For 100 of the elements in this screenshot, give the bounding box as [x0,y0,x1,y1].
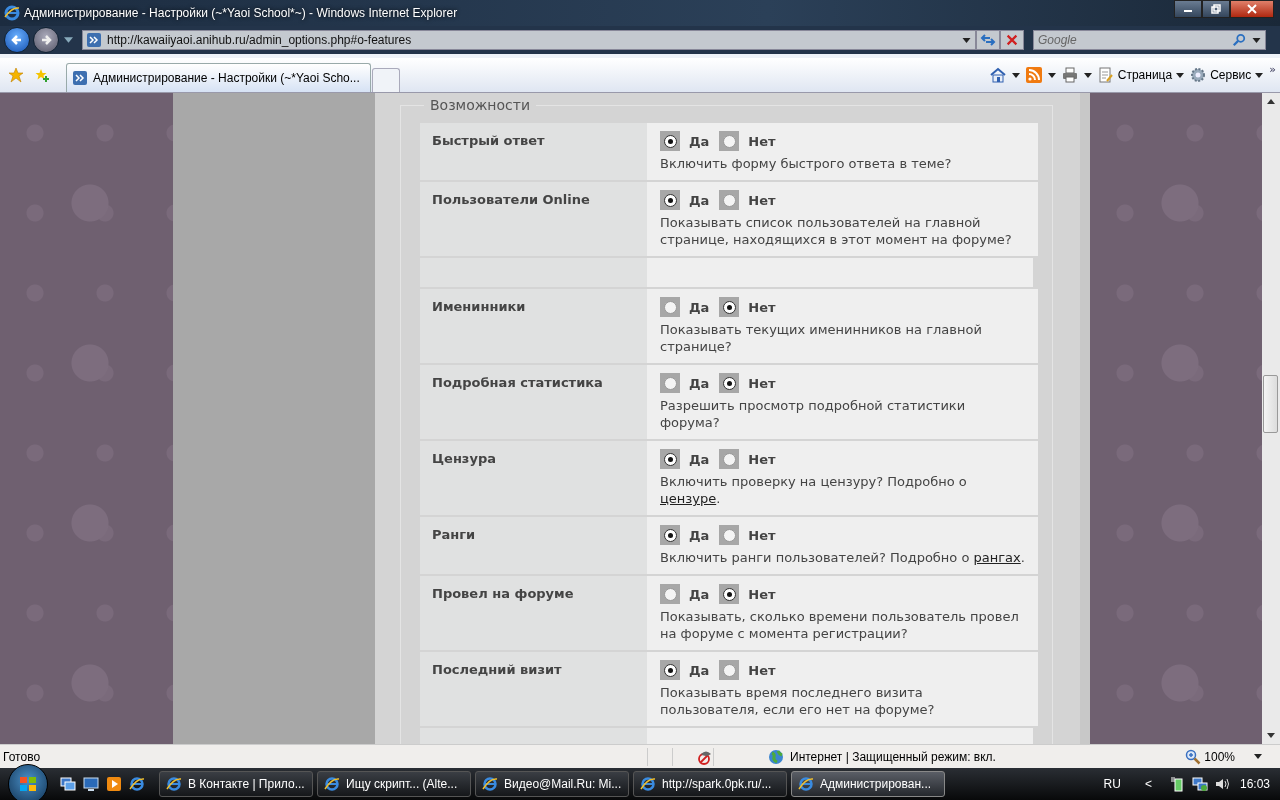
zoom-control[interactable]: 100% [1185,748,1262,765]
scroll-up-icon[interactable] [1267,99,1275,104]
add-favorite-icon[interactable] [34,67,50,83]
browser-logo-icon [166,776,182,792]
taskbar-button[interactable]: http://spark.0pk.ru/... [633,771,787,797]
radio-option[interactable]: Нет [719,525,776,545]
restore-button[interactable] [1202,0,1230,18]
help-link[interactable]: цензуре [660,491,717,506]
browser-logo-icon [482,776,498,792]
address-field[interactable]: http://kawaiiyaoi.anihub.ru/admin_options.php#o-features [82,30,976,50]
option-label: Последний визит [420,652,647,726]
radio-button[interactable] [722,300,736,314]
scrollbar[interactable] [1262,93,1280,744]
page-menu[interactable]: Страница [1097,67,1185,83]
radio-option[interactable]: Да [660,131,710,151]
radio-button[interactable] [722,528,736,542]
status-text: Готово [3,749,42,764]
stop-button[interactable] [1000,30,1024,50]
refresh-button[interactable] [976,30,1000,50]
browser-logo-icon[interactable] [129,776,145,792]
help-link[interactable]: рангах [973,550,1021,565]
taskbar-button[interactable]: В Контакте | Прило... [159,771,313,797]
radio-button[interactable] [663,452,677,466]
option-description: Показывать, сколько времени пользователь провел на форуме с момента регистрации? [660,608,1020,642]
minimize-button[interactable] [1174,0,1202,18]
radio-button[interactable] [722,134,736,148]
clock[interactable]: 16:03 [1239,777,1270,791]
close-button[interactable] [1230,0,1274,18]
radio-option[interactable]: Да [660,449,710,469]
volume-icon[interactable] [1213,776,1230,792]
option-description: Показывать список пользователей на главной странице, находящихся в этот момент на форуме? [660,214,1013,248]
more-commands-button[interactable]: » [1269,63,1276,76]
taskbar-button[interactable]: Видео@Mail.Ru: Mi... [475,771,629,797]
radio-option[interactable]: Нет [719,297,776,317]
option-label: Ранги [420,517,647,574]
option-description: Показывать время последнего визита пользователя, если его нет на форуме? [660,684,936,718]
tools-menu[interactable]: Сервис [1190,67,1264,83]
browser-logo-icon [4,5,20,21]
radio-option[interactable]: Да [660,190,710,210]
network-icon[interactable] [1191,776,1208,792]
radio-button[interactable] [722,587,736,601]
radio-option[interactable]: Нет [719,660,776,680]
desktop-icon[interactable] [83,776,99,792]
radio-button[interactable] [663,134,677,148]
home-icon[interactable] [989,67,1006,83]
caret-icon[interactable] [1047,72,1056,78]
browser-logo-icon [798,776,814,792]
radio-option[interactable]: Нет [719,131,776,151]
search-icon[interactable] [1232,33,1246,47]
radio-button[interactable] [663,587,677,601]
switch-windows-icon[interactable] [60,776,76,792]
radio-button[interactable] [663,528,677,542]
forward-button[interactable] [33,27,59,53]
security-zone[interactable]: Интернет | Защищенный режим: вкл. [768,748,1148,765]
radio-option[interactable]: Нет [719,584,776,604]
radio-option[interactable]: Нет [719,449,776,469]
search-input[interactable]: Google [1038,33,1208,47]
radio-option[interactable]: Нет [719,190,776,210]
radio-button[interactable] [722,663,736,677]
caret-icon[interactable] [1011,72,1020,78]
feed-icon[interactable] [1025,67,1042,83]
search-field[interactable]: Google [1033,30,1266,50]
radio-option[interactable]: Да [660,373,710,393]
page-edit-icon [1097,67,1114,83]
scroll-down-icon[interactable] [1267,733,1275,738]
language-indicator[interactable]: RU [1103,777,1121,791]
scrollbar-thumb[interactable] [1263,375,1278,433]
option-description: Показывать текущих именинников на главной странице? [660,321,983,355]
close-icon [1247,4,1257,14]
caret-icon[interactable] [1083,72,1092,78]
taskbar-button[interactable]: Администрирован... [791,771,945,797]
radio-button[interactable] [663,376,677,390]
radio-button[interactable] [722,193,736,207]
caret-icon[interactable] [962,37,971,43]
printer-icon[interactable] [1061,67,1078,83]
caret-icon[interactable] [1252,37,1261,43]
power-icon[interactable] [1169,776,1186,792]
stop-icon [1005,33,1019,47]
radio-option[interactable]: Да [660,660,710,680]
radio-button[interactable] [663,193,677,207]
option-label: Подробная статистика [420,365,647,439]
radio-button[interactable] [663,300,677,314]
gear-icon [1190,67,1207,83]
radio-option[interactable]: Да [660,584,710,604]
start-button[interactable] [8,764,48,800]
zoom-icon [1185,748,1202,765]
browser-tab[interactable]: Администрирование - Настройки (~*Yaoi Scho... [66,63,371,92]
back-button[interactable] [4,27,30,53]
radio-button[interactable] [722,376,736,390]
taskbar-button[interactable]: Ищу скрипт... (Alte... [317,771,471,797]
radio-option[interactable]: Да [660,297,710,317]
radio-button[interactable] [722,452,736,466]
star-icon[interactable] [8,67,24,83]
windows-logo-icon [18,774,38,794]
radio-option[interactable]: Нет [719,373,776,393]
show-hidden-icons-button[interactable]: < [1144,777,1152,791]
media-player-icon[interactable] [106,776,122,792]
radio-option[interactable]: Да [660,525,710,545]
radio-button[interactable] [663,663,677,677]
option-label: Быстрый ответ [420,123,647,180]
